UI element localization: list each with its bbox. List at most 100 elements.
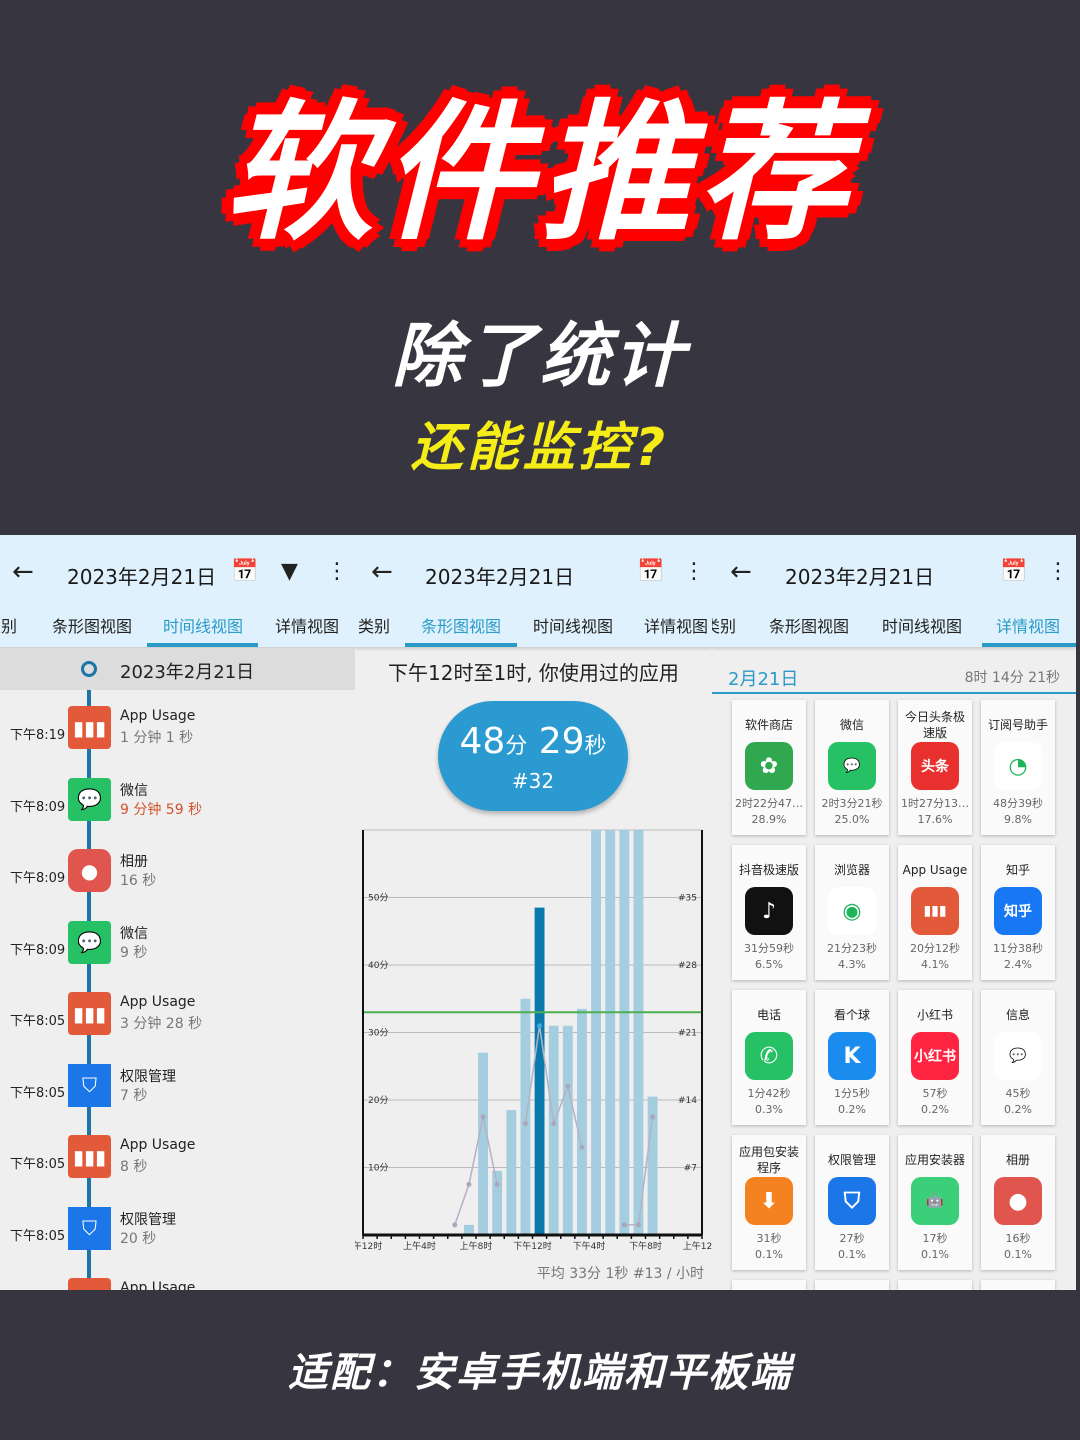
y-right-tick-label: #35 xyxy=(678,894,697,904)
day-total: 8时 14分 21秒 xyxy=(964,670,1060,686)
app-card[interactable]: 应用安装器 🤖 17秒 0.1% xyxy=(898,1135,972,1270)
app-card[interactable]: 订阅号助手 ◔ 48分39秒 9.8% xyxy=(981,700,1055,835)
tab-bar-chart[interactable]: 条形图视图 xyxy=(769,613,849,637)
app-name: 相册 xyxy=(1005,1153,1030,1167)
app-card[interactable]: 电话 ✆ 1分42秒 0.3% xyxy=(732,990,806,1125)
app-usage-time: 57秒 xyxy=(922,1087,948,1100)
details-screen: ← 2023年2月21日 📅 ⋮ 类别 条形图视图 时间线视图 详情视图 2月2… xyxy=(712,535,1076,1290)
app-usage-percent: 25.0% xyxy=(834,813,870,826)
permission-icon: ⛉ xyxy=(828,1177,876,1225)
entry-duration: 7 秒 xyxy=(120,1087,148,1104)
calendar-icon[interactable]: 📅 xyxy=(637,559,664,584)
timeline-entry[interactable]: 下午8:05 ▮▮▮ App Usage 8 秒 xyxy=(0,1135,355,1195)
kangeqiu-icon: K xyxy=(828,1032,876,1080)
tab-category[interactable]: 类别 xyxy=(712,613,736,637)
tab-bar-chart[interactable]: 条形图视图 xyxy=(52,613,132,637)
timeline-entry[interactable]: ▮▮▮ App Usage xyxy=(0,1278,355,1290)
tab-timeline[interactable]: 时间线视图 xyxy=(882,613,962,637)
app-usage-time: 31分59秒 xyxy=(744,942,794,955)
timeline-entry[interactable]: 下午8:09 💬 微信 9 分钟 59 秒 xyxy=(0,777,355,838)
app-usage-percent: 2.4% xyxy=(1004,958,1032,971)
entry-app-name: 微信 xyxy=(120,782,148,799)
app-card[interactable]: 看个球 K 1分5秒 0.2% xyxy=(815,990,889,1125)
app-card[interactable]: 软件商店 ✿ 2时22分47… 28.9% xyxy=(732,700,806,835)
banner-title: 软件推荐 xyxy=(223,87,856,261)
x-tick-label: 上午12时 xyxy=(683,1240,712,1250)
calendar-icon[interactable]: 📅 xyxy=(231,559,258,584)
timeline-entry[interactable]: 下午8:05 ⛉ 权限管理 20 秒 xyxy=(0,1206,355,1267)
app-card[interactable]: 浏览器 ◉ 21分23秒 4.3% xyxy=(815,845,889,980)
app-name: 微信 xyxy=(839,718,864,732)
app-usage-time: 21分23秒 xyxy=(827,942,877,955)
entry-time: 下午8:19 xyxy=(10,728,66,743)
app-card[interactable] xyxy=(898,1280,972,1290)
tab-details[interactable]: 详情视图 xyxy=(644,613,708,637)
app-bar: ← 2023年2月21日 📅 ⋮ 类别 条形图视图 时间线视图 详情视图 xyxy=(712,535,1076,647)
entry-app-name: App Usage xyxy=(120,1280,196,1290)
filter-icon[interactable]: ▼ xyxy=(281,559,298,584)
app-card[interactable]: 微信 💬 2时3分21秒 25.0% xyxy=(815,700,889,835)
app-card[interactable]: 小红书 小红书 57秒 0.2% xyxy=(898,990,972,1125)
timeline-entry[interactable]: 下午8:09 ● 相册 16 秒 xyxy=(0,849,355,909)
summary-seconds: 29 xyxy=(538,721,585,762)
app-usage-icon: ▮▮▮ xyxy=(68,1278,111,1290)
app-card[interactable]: 今日头条极速版 头条 1时27分13… 17.6% xyxy=(898,700,972,835)
entry-duration: 8 秒 xyxy=(120,1159,148,1175)
app-usage-time: 1时27分13… xyxy=(901,797,969,810)
tab-timeline[interactable]: 时间线视图 xyxy=(163,613,243,637)
wechat-icon: 💬 xyxy=(68,920,111,964)
timeline-entry[interactable]: 下午8:09 💬 微信 9 秒 xyxy=(0,920,355,981)
tab-timeline[interactable]: 时间线视图 xyxy=(533,613,613,637)
more-options-icon[interactable]: ⋮ xyxy=(1047,559,1069,584)
entry-time: 下午8:09 xyxy=(10,799,66,815)
app-card[interactable]: 信息 💬 45秒 0.2% xyxy=(981,990,1055,1125)
usage-bar xyxy=(506,1110,517,1235)
package-installer-icon: ⬇ xyxy=(745,1177,793,1225)
app-card[interactable] xyxy=(981,1280,1055,1290)
app-bar: ← 2023年2月21日 📅 ▼ ⋮ 类别 条形图视图 时间线视图 详情视图 xyxy=(0,535,355,647)
hourly-usage-chart[interactable]: 10分 #7 20分 #14 30分 #21 40分 #28 50分 #35 上午12时 上午4时 上午… xyxy=(355,820,712,1250)
app-usage-percent: 0.3% xyxy=(755,1103,783,1116)
selected-hour-summary[interactable]: 48分 29秒 #32 xyxy=(438,701,628,811)
more-options-icon[interactable]: ⋮ xyxy=(326,559,348,584)
back-arrow-icon[interactable]: ← xyxy=(730,557,752,587)
y-right-tick-label: #7 xyxy=(684,1164,697,1174)
tab-details[interactable]: 详情视图 xyxy=(275,613,339,637)
active-tab-indicator xyxy=(147,643,258,647)
calendar-icon[interactable]: 📅 xyxy=(1000,559,1027,584)
unlock-count-point xyxy=(452,1222,458,1228)
active-tab-indicator xyxy=(982,643,1076,647)
entry-duration: 9 分钟 59 秒 xyxy=(120,801,203,818)
entry-time: 下午8:05 xyxy=(10,1157,66,1172)
unlock-count-point xyxy=(466,1181,472,1187)
timeline-entry[interactable]: 下午8:05 ▮▮▮ App Usage 3 分钟 28 秒 xyxy=(0,992,355,1052)
usage-bar xyxy=(534,907,545,1235)
app-card[interactable]: 知乎 知乎 11分38秒 2.4% xyxy=(981,845,1055,980)
app-usage-percent: 0.2% xyxy=(838,1103,866,1116)
tab-details[interactable]: 详情视图 xyxy=(996,613,1060,637)
unlock-count-point xyxy=(551,1121,557,1127)
app-card[interactable]: 权限管理 ⛉ 27秒 0.1% xyxy=(815,1135,889,1270)
y-left-tick-label: 40分 xyxy=(368,960,388,971)
app-card[interactable] xyxy=(732,1280,806,1290)
app-card[interactable]: 应用包安装程序 ⬇ 31秒 0.1% xyxy=(732,1135,806,1270)
app-card[interactable] xyxy=(815,1280,889,1290)
subscription-icon: ◔ xyxy=(994,742,1042,790)
album-icon: ● xyxy=(994,1177,1042,1225)
app-name: 信息 xyxy=(1005,1008,1030,1022)
tab-bar-chart[interactable]: 条形图视图 xyxy=(421,613,501,637)
back-arrow-icon[interactable]: ← xyxy=(371,557,393,587)
app-usage-percent: 0.1% xyxy=(1004,1248,1032,1261)
more-options-icon[interactable]: ⋮ xyxy=(683,559,705,584)
app-card[interactable]: 抖音极速版 ♪ 31分59秒 6.5% xyxy=(732,845,806,980)
timeline-entry[interactable]: 下午8:05 ⛉ 权限管理 7 秒 xyxy=(0,1063,355,1124)
timeline-entry[interactable]: 下午8:19 ▮▮▮ App Usage 1 分钟 1 秒 xyxy=(0,706,355,766)
tab-category[interactable]: 类别 xyxy=(0,613,17,637)
app-card[interactable]: 相册 ● 16秒 0.1% xyxy=(981,1135,1055,1270)
tab-category[interactable]: 类别 xyxy=(358,613,390,637)
back-arrow-icon[interactable]: ← xyxy=(12,557,34,587)
app-bar-date: 2023年2月21日 xyxy=(425,565,575,589)
app-card[interactable]: App Usage ▮▮▮ 20分12秒 4.1% xyxy=(898,845,972,980)
app-name: 应用安装器 xyxy=(904,1153,965,1167)
unlock-count-point xyxy=(522,1121,528,1127)
